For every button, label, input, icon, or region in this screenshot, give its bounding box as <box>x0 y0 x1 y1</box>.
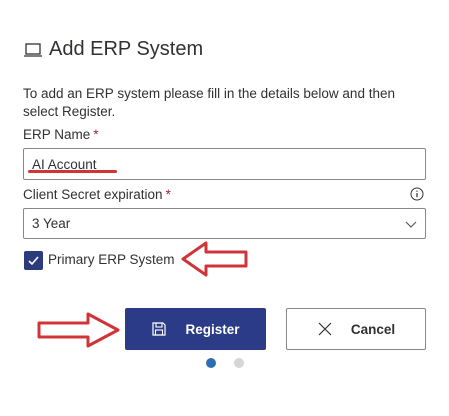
pagination-dot[interactable] <box>234 358 244 368</box>
erp-name-label-text: ERP Name <box>23 127 91 142</box>
annotation-underline <box>28 170 117 173</box>
register-label: Register <box>185 321 240 337</box>
dialog-title: Add ERP System <box>49 38 204 60</box>
required-mark: * <box>165 187 171 202</box>
annotation-arrow-left-icon <box>181 241 248 277</box>
erp-name-label: ERP Name * <box>23 127 99 142</box>
required-mark: * <box>93 127 99 142</box>
laptop-icon <box>23 40 43 60</box>
client-secret-label: Client Secret expiration * <box>23 187 171 202</box>
client-secret-label-text: Client Secret expiration <box>23 187 163 202</box>
pagination-dot-active[interactable] <box>206 358 216 368</box>
close-icon <box>317 321 333 337</box>
client-secret-select[interactable]: 3 Year <box>23 208 426 239</box>
dialog-description: To add an ERP system please fill in the … <box>23 86 395 119</box>
erp-name-input[interactable]: AI Account <box>23 148 426 180</box>
save-icon <box>151 321 167 337</box>
register-button[interactable]: Register <box>125 308 266 350</box>
chevron-down-icon <box>405 218 417 230</box>
info-icon[interactable] <box>410 187 424 201</box>
primary-erp-label[interactable]: Primary ERP System <box>48 252 175 267</box>
annotation-arrow-right-icon <box>37 312 120 348</box>
client-secret-value: 3 Year <box>32 216 71 231</box>
cancel-button[interactable]: Cancel <box>286 308 426 350</box>
dialog-header: Add ERP System <box>23 38 203 61</box>
primary-erp-checkbox[interactable] <box>24 251 43 270</box>
cancel-label: Cancel <box>350 321 396 337</box>
checkmark-icon <box>28 256 39 266</box>
